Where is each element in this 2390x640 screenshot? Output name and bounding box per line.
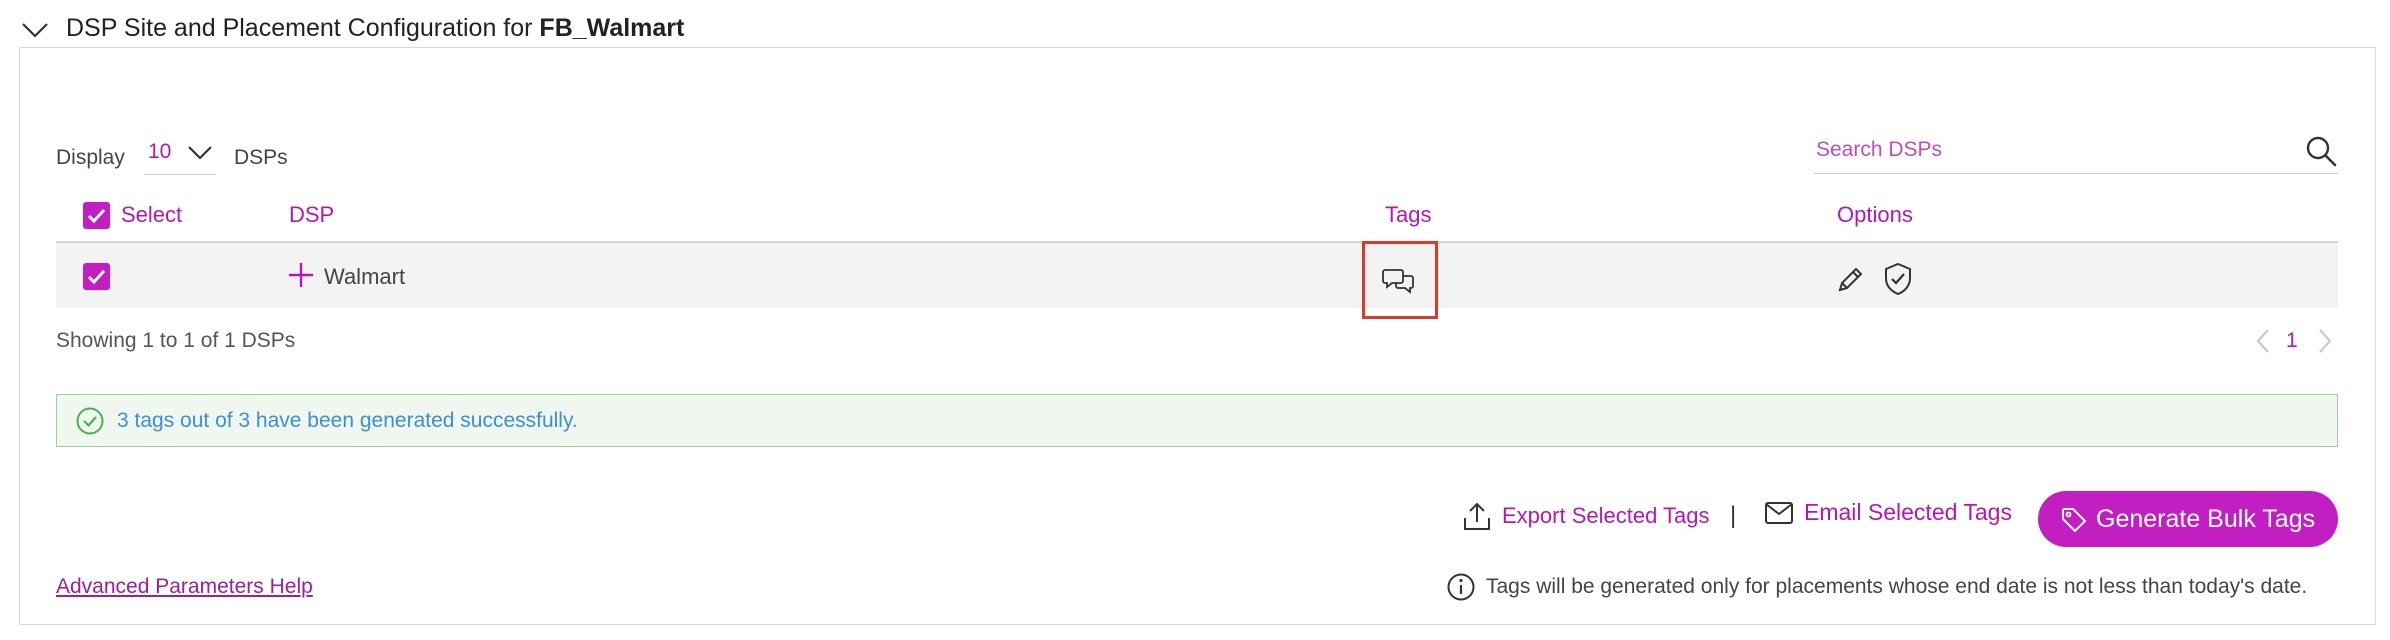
title-prefix: DSP Site and Placement Configuration for	[66, 14, 533, 42]
section-title: DSP Site and Placement Configuration for…	[66, 14, 684, 43]
email-label: Email Selected Tags	[1804, 499, 2012, 525]
search-box	[1814, 126, 2338, 174]
action-separator: |	[1730, 502, 1737, 529]
info-icon	[1447, 573, 1475, 601]
tags-icon	[2062, 508, 2087, 533]
check-circle-icon	[76, 407, 104, 435]
pagination-summary: Showing 1 to 1 of 1 DSPs	[56, 329, 296, 352]
generate-bulk-tags-button[interactable]: Generate Bulk Tags	[2038, 491, 2338, 547]
page-size-select[interactable]: 10	[144, 135, 216, 175]
display-suffix: DSPs	[234, 146, 288, 169]
row-checkbox[interactable]	[83, 263, 110, 290]
page-size-value: 10	[148, 140, 172, 163]
export-selected-tags-link[interactable]: Export Selected Tags	[1462, 500, 1710, 532]
envelope-icon	[1765, 501, 1793, 524]
plus-icon[interactable]	[288, 262, 314, 288]
pencil-icon[interactable]	[1834, 264, 1866, 296]
search-input[interactable]	[1816, 134, 2286, 166]
column-header-select: Select	[121, 202, 183, 227]
shield-check-icon[interactable]	[1882, 262, 1914, 296]
success-alert: 3 tags out of 3 have been generated succ…	[56, 394, 2338, 447]
column-header-options: Options	[1837, 202, 1913, 227]
generate-label: Generate Bulk Tags	[2096, 505, 2316, 533]
select-all-checkbox[interactable]	[83, 202, 110, 229]
email-selected-tags-link[interactable]: Email Selected Tags	[1764, 499, 2012, 526]
chat-bubbles-icon[interactable]	[1382, 266, 1416, 296]
current-page[interactable]: 1	[2286, 329, 2298, 353]
tag-generation-note: Tags will be generated only for placemen…	[1446, 572, 2307, 602]
chevron-right-icon[interactable]	[2314, 326, 2336, 356]
note-text: Tags will be generated only for placemen…	[1486, 575, 2308, 598]
display-label: Display	[56, 146, 125, 169]
title-entity: FB_Walmart	[539, 14, 685, 42]
upload-icon	[1464, 502, 1490, 530]
advanced-parameters-help-link[interactable]: Advanced Parameters Help	[56, 575, 313, 599]
column-header-tags: Tags	[1385, 202, 1432, 227]
dsp-name: Walmart	[324, 264, 406, 289]
chevron-down-icon[interactable]	[20, 18, 50, 42]
export-label: Export Selected Tags	[1502, 503, 1710, 528]
chevron-down-icon	[188, 146, 212, 160]
column-header-dsp[interactable]: DSP	[289, 202, 334, 228]
success-message: 3 tags out of 3 have been generated succ…	[117, 409, 578, 432]
chevron-left-icon[interactable]	[2252, 326, 2274, 356]
search-icon[interactable]	[2304, 134, 2338, 168]
